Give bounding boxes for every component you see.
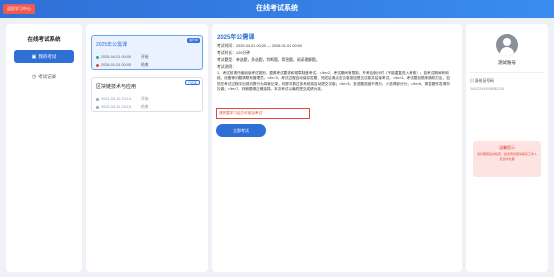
id-card-value: 340123199008082125 bbox=[470, 87, 504, 91]
exam-start-time: 2025-04-01 00:00 开始 bbox=[96, 55, 149, 60]
exam-duration: 考试时长：120分钟 bbox=[217, 51, 250, 55]
exam-card-title: 2025年公需课 bbox=[96, 42, 128, 48]
exam-card-title: 区块链技术与应用 bbox=[96, 84, 137, 90]
end-dot-icon bbox=[96, 63, 99, 67]
start-dot-icon bbox=[96, 97, 99, 101]
sidebar: 在线考试系统 ▣ 我的考试 ◷ 考试记录 bbox=[6, 24, 82, 272]
exam-rules-heading: 考试说明： bbox=[217, 65, 236, 69]
exam-card-blockchain[interactable]: 已结束 区块链技术与应用 2021-03-10 23:14 开始 2022-03-… bbox=[91, 77, 203, 112]
sidebar-item-my-exams[interactable]: ▣ 我的考试 bbox=[14, 50, 74, 63]
exam-time: 考试时间：2025-04-01 00:00 — 2026-01-01 00:00 bbox=[217, 44, 302, 48]
exam-list: 进行中 2025年公需课 2025-04-01 00:00 开始 2026-01-… bbox=[86, 24, 208, 272]
exam-start-time: 2021-03-10 23:14 开始 bbox=[96, 97, 149, 102]
warm-tip-box: 温馨提示 请仔细阅读并检查，如出现问题请联系工作人员及时处理 bbox=[473, 141, 541, 177]
start-dot-icon bbox=[96, 55, 99, 59]
sidebar-item-label: 我的考试 bbox=[38, 54, 57, 59]
sidebar-item-label: 考试记录 bbox=[38, 74, 57, 79]
sidebar-title: 在线考试系统 bbox=[27, 37, 61, 43]
start-exam-button[interactable]: 立即考试 bbox=[216, 124, 266, 137]
tip-title: 温馨提示 bbox=[499, 145, 515, 150]
end-dot-icon bbox=[96, 105, 99, 109]
exam-end-time: 2022-03-31 23:15 结束 bbox=[96, 105, 149, 110]
exam-detail: 2025年公需课 考试时间：2025-04-01 00:00 — 2026-01… bbox=[212, 24, 462, 272]
exam-detail-title: 2025年公需课 bbox=[217, 35, 255, 41]
exam-question-types: 考试题型：单选题，多选题，判断题，简答题，阅读理解题。 bbox=[217, 58, 320, 62]
avatar bbox=[496, 34, 518, 56]
divider bbox=[470, 72, 544, 73]
exam-rules-text: 1、考试前请仔细阅读考试规则，遵照考试要求和规章制度考试。</br>2、考试期间… bbox=[217, 71, 450, 92]
exam-end-time: 2026-01-01 00:00 结束 bbox=[96, 63, 149, 68]
exam-icon: ▣ bbox=[31, 54, 37, 60]
tip-body: 请仔细阅读并检查，如出现问题请联系工作人员及时处理 bbox=[477, 152, 538, 161]
id-card-label: ▤ 身份证号码 bbox=[470, 79, 494, 83]
top-bar: 返回学习中心 在线考试系统 bbox=[0, 0, 554, 18]
sidebar-item-exam-records[interactable]: ◷ 考试记录 bbox=[14, 70, 74, 83]
clock-icon: ◷ bbox=[31, 74, 37, 80]
status-badge: 进行中 bbox=[186, 38, 200, 43]
app-title: 在线考试系统 bbox=[256, 5, 298, 12]
status-badge: 已结束 bbox=[184, 80, 200, 85]
profile-panel: 测试账号 ▤ 身份证号码 340123199008082125 温馨提示 请仔细… bbox=[466, 24, 548, 272]
study-requirement-notice: 请完整学习后方可参加考试 bbox=[216, 108, 310, 119]
user-name: 测试账号 bbox=[498, 60, 516, 65]
exam-card-2025[interactable]: 进行中 2025年公需课 2025-04-01 00:00 开始 2026-01-… bbox=[91, 35, 203, 70]
